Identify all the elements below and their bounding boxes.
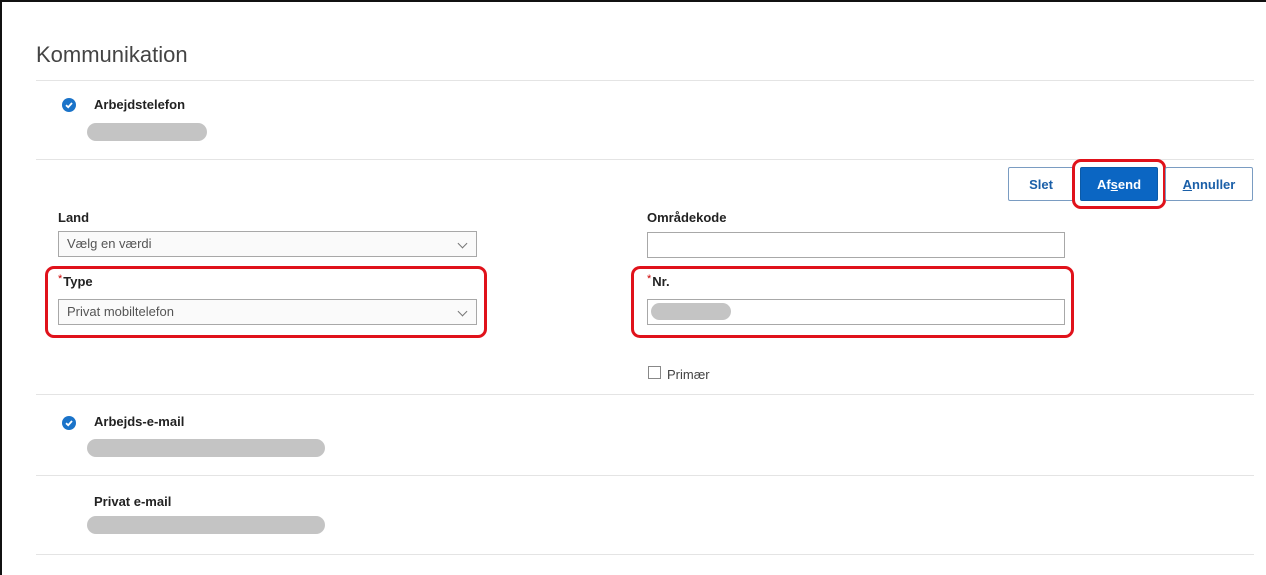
work-email-value-redacted	[87, 439, 325, 457]
private-email-label: Privat e-mail	[94, 494, 172, 509]
private-email-value-redacted	[87, 516, 325, 534]
highlight-type	[45, 266, 487, 338]
primary-checkbox[interactable]	[648, 366, 661, 379]
highlight-submit	[1072, 159, 1166, 209]
work-phone-value-redacted	[87, 123, 207, 141]
divider	[36, 554, 1254, 555]
divider	[36, 159, 1254, 160]
country-label: Land	[58, 210, 90, 225]
check-circle-icon	[62, 416, 76, 430]
work-email-label: Arbejds-e-mail	[94, 414, 185, 429]
divider	[36, 394, 1254, 395]
area-code-label: Områdekode	[647, 210, 727, 225]
chevron-down-icon	[457, 238, 468, 249]
check-circle-icon	[62, 98, 76, 112]
country-select[interactable]: Vælg en værdi	[58, 231, 477, 257]
work-phone-label: Arbejdstelefon	[94, 97, 186, 112]
primary-checkbox-label: Primær	[667, 367, 710, 382]
delete-button[interactable]: Slet	[1008, 167, 1074, 201]
divider	[36, 80, 1254, 81]
highlight-number	[631, 266, 1074, 338]
area-code-input[interactable]	[647, 232, 1065, 258]
cancel-label-part: nnuller	[1192, 176, 1236, 192]
cancel-button[interactable]: Annuller	[1165, 167, 1253, 201]
section-title: Kommunikation	[36, 42, 188, 67]
cancel-access-key: A	[1182, 176, 1193, 192]
country-select-value: Vælg en værdi	[67, 236, 152, 251]
divider	[36, 475, 1254, 476]
